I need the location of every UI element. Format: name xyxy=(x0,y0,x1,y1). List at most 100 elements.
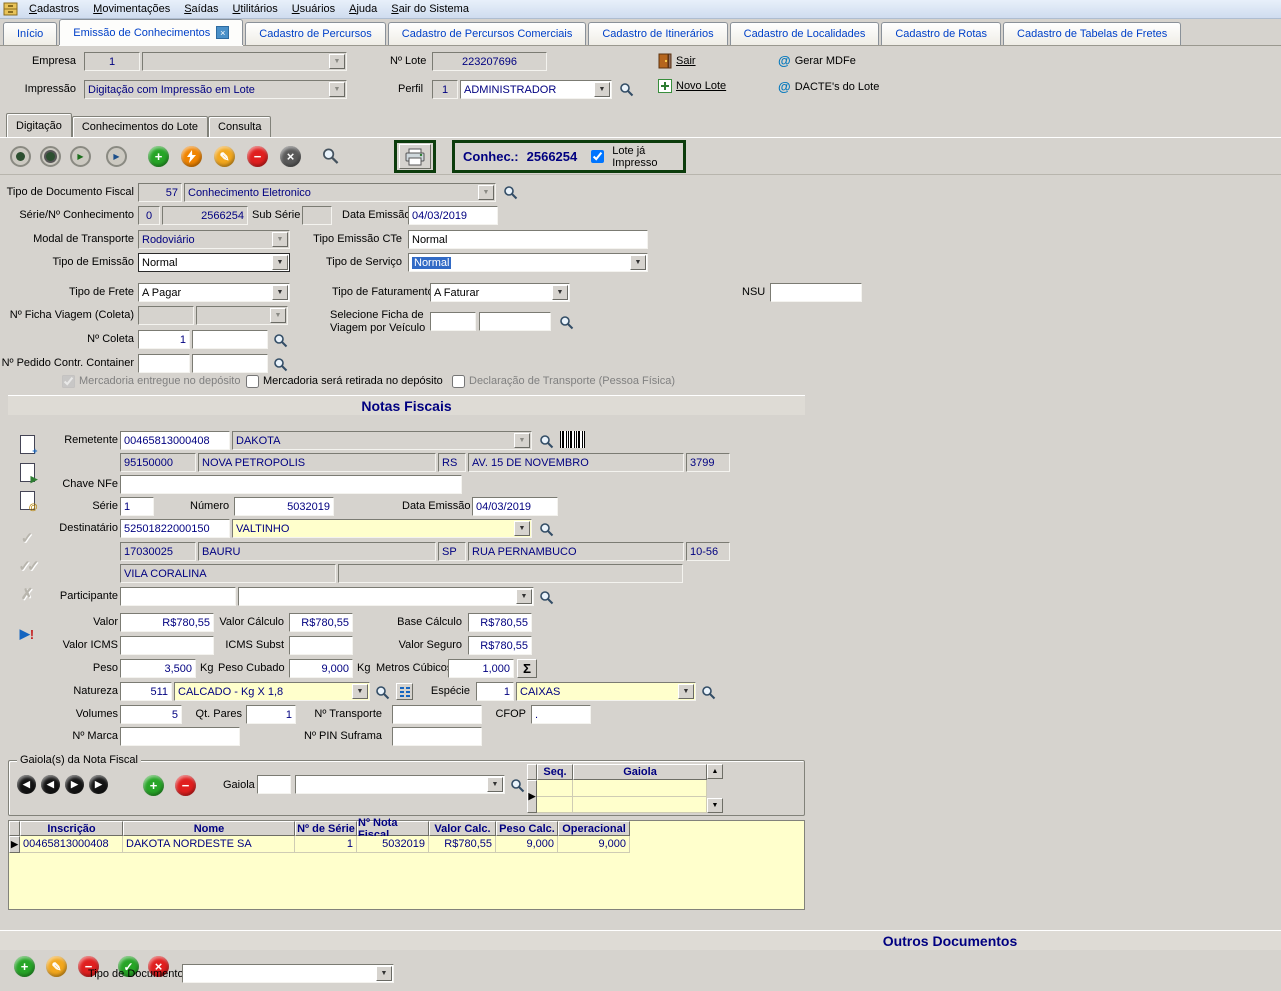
menu-item-ajuda[interactable]: Ajuda xyxy=(342,1,384,17)
tipo-emissao-cte-field[interactable]: Normal xyxy=(408,230,648,249)
nf-import-button[interactable]: ▶ xyxy=(14,459,40,485)
gaiola-grid-cell[interactable] xyxy=(537,797,573,813)
chevron-down-icon[interactable]: ▼ xyxy=(487,777,503,792)
grid-header-serie[interactable]: Nº de Série xyxy=(295,821,357,836)
tipo-servico-combo[interactable]: Normal▼ xyxy=(408,253,648,272)
especie-search-icon[interactable] xyxy=(700,684,717,701)
nf-report-button[interactable]: @ xyxy=(14,487,40,513)
tipo-frete-combo[interactable]: A Pagar▼ xyxy=(138,283,290,302)
menu-item-utilitarios[interactable]: Utilitários xyxy=(225,1,284,17)
volumes-field[interactable]: 5 xyxy=(120,705,182,724)
gaiola-combo[interactable]: ▼ xyxy=(295,775,505,794)
grid-cell-nota-fiscal[interactable]: 5032019 xyxy=(357,836,429,853)
gaiola-prior-button[interactable]: ◀ xyxy=(41,775,60,794)
tab-cadastro-de-itinerarios[interactable]: Cadastro de Itinerários xyxy=(588,22,727,45)
scroll-up-icon[interactable]: ▲ xyxy=(707,764,723,779)
prior-record-button[interactable] xyxy=(40,146,61,167)
chevron-down-icon[interactable]: ▼ xyxy=(514,521,530,536)
scroll-down-icon[interactable]: ▼ xyxy=(707,798,723,813)
tab-emissao-de-conhecimentos[interactable]: Emissão de Conhecimentos × xyxy=(59,19,243,45)
nsu-field[interactable] xyxy=(770,283,862,302)
destinatario-cnpj-field[interactable]: 52501822000150 xyxy=(120,519,230,538)
pedido-container-search-icon[interactable] xyxy=(272,356,289,373)
participante-field[interactable] xyxy=(120,587,236,606)
coleta-search-icon[interactable] xyxy=(272,332,289,349)
gaiola-grid-cell[interactable] xyxy=(573,797,707,813)
cancel-button[interactable]: × xyxy=(280,146,301,167)
lote-impresso-checkbox[interactable] xyxy=(591,150,604,163)
qt-pares-field[interactable]: 1 xyxy=(246,705,296,724)
natureza-search-icon[interactable] xyxy=(374,684,391,701)
outros-add-button[interactable]: + xyxy=(14,956,35,977)
last-record-button[interactable]: ▶ xyxy=(106,146,127,167)
pin-suframa-field[interactable] xyxy=(392,727,482,746)
perfil-search-icon[interactable] xyxy=(618,81,635,98)
grid-cell-nome[interactable]: DAKOTA NORDESTE SA xyxy=(123,836,295,853)
grid-header-operacional[interactable]: Operacional xyxy=(558,821,630,836)
perfil-combo[interactable]: ADMINISTRADOR▼ xyxy=(460,80,612,99)
grid-header-nome[interactable]: Nome xyxy=(123,821,295,836)
chevron-down-icon[interactable]: ▼ xyxy=(376,966,392,981)
tab-cadastro-de-rotas[interactable]: Cadastro de Rotas xyxy=(881,22,1001,45)
dacte-button[interactable]: @ DACTE's do Lote xyxy=(778,79,879,94)
grid-cell-inscricao[interactable]: 00465813000408 xyxy=(20,836,123,853)
chevron-down-icon[interactable]: ▼ xyxy=(630,255,646,270)
tipo-documento-search-icon[interactable] xyxy=(502,184,519,201)
grid-header-nota-fiscal[interactable]: Nº Nota Fiscal xyxy=(357,821,429,836)
barcode-icon[interactable] xyxy=(560,431,585,448)
grid-header-valor-calc[interactable]: Valor Calc. xyxy=(429,821,496,836)
pedido-container-field[interactable] xyxy=(138,354,190,373)
grid-cell-operacional[interactable]: 9,000 xyxy=(558,836,630,853)
outros-edit-button[interactable]: ✎ xyxy=(46,956,67,977)
search-button[interactable] xyxy=(322,147,339,164)
menu-item-saidas[interactable]: Saídas xyxy=(177,1,225,17)
subtab-digitacao[interactable]: Digitação xyxy=(6,113,72,137)
chevron-down-icon[interactable]: ▼ xyxy=(516,589,532,604)
grid-cell-valor-calc[interactable]: R$780,55 xyxy=(429,836,496,853)
tab-cadastro-de-percursos[interactable]: Cadastro de Percursos xyxy=(245,22,386,45)
especie-code-field[interactable]: 1 xyxy=(476,682,514,701)
destinatario-combo[interactable]: VALTINHO▼ xyxy=(232,519,532,538)
peso-field[interactable]: 3,500 xyxy=(120,659,196,678)
edit-button[interactable]: ✎ xyxy=(214,146,235,167)
base-calculo-field[interactable]: R$780,55 xyxy=(468,613,532,632)
remetente-cnpj-field[interactable]: 00465813000408 xyxy=(120,431,230,450)
natureza-grid-icon[interactable] xyxy=(396,683,413,700)
tab-inicio[interactable]: Início xyxy=(3,22,57,45)
post-button[interactable] xyxy=(181,146,202,167)
tab-cadastro-de-tabelas-de-fretes[interactable]: Cadastro de Tabelas de Fretes xyxy=(1003,22,1181,45)
subtab-conhecimentos-do-lote[interactable]: Conhecimentos do Lote xyxy=(72,116,208,137)
grid-cell-serie[interactable]: 1 xyxy=(295,836,357,853)
natureza-combo[interactable]: CALCADO - Kg X 1,8▼ xyxy=(174,682,370,701)
n-transporte-field[interactable] xyxy=(392,705,482,724)
grid-header-peso-calc[interactable]: Peso Calc. xyxy=(496,821,558,836)
menu-item-usuarios[interactable]: Usuários xyxy=(285,1,342,17)
gaiola-search-icon[interactable] xyxy=(509,777,526,794)
retirada-deposito-checkbox[interactable] xyxy=(246,375,259,388)
remetente-search-icon[interactable] xyxy=(538,433,555,450)
nf-serie-field[interactable]: 1 xyxy=(120,497,154,516)
close-icon[interactable]: × xyxy=(216,26,229,39)
ficha-veiculo-field-2[interactable] xyxy=(479,312,551,331)
destinatario-search-icon[interactable] xyxy=(538,521,555,538)
tipo-emissao-combo[interactable]: Normal▼ xyxy=(138,253,290,272)
data-emissao-field[interactable]: 04/03/2019 xyxy=(408,206,498,225)
valor-icms-field[interactable] xyxy=(120,636,214,655)
cfop-field[interactable]: . xyxy=(531,705,591,724)
metros-cubicos-field[interactable]: 1,000 xyxy=(448,659,514,678)
sair-button[interactable]: Sair xyxy=(658,53,696,69)
natureza-code-field[interactable]: 511 xyxy=(120,682,172,701)
gaiola-code-field[interactable] xyxy=(257,775,291,794)
gaiola-delete-button[interactable]: − xyxy=(175,775,196,796)
add-button[interactable]: + xyxy=(148,146,169,167)
menu-item-movimentacoes[interactable]: Movimentações xyxy=(86,1,177,17)
especie-combo[interactable]: CAIXAS▼ xyxy=(516,682,696,701)
chevron-down-icon[interactable]: ▼ xyxy=(352,684,368,699)
subtab-consulta[interactable]: Consulta xyxy=(208,116,271,137)
participante-combo[interactable]: ▼ xyxy=(238,587,534,606)
declaracao-transporte-checkbox[interactable] xyxy=(452,375,465,388)
tipo-documento-outros-combo[interactable]: ▼ xyxy=(182,964,394,983)
chevron-down-icon[interactable]: ▼ xyxy=(594,82,610,97)
participante-search-icon[interactable] xyxy=(538,589,555,606)
pedido-container-desc-field[interactable] xyxy=(192,354,268,373)
